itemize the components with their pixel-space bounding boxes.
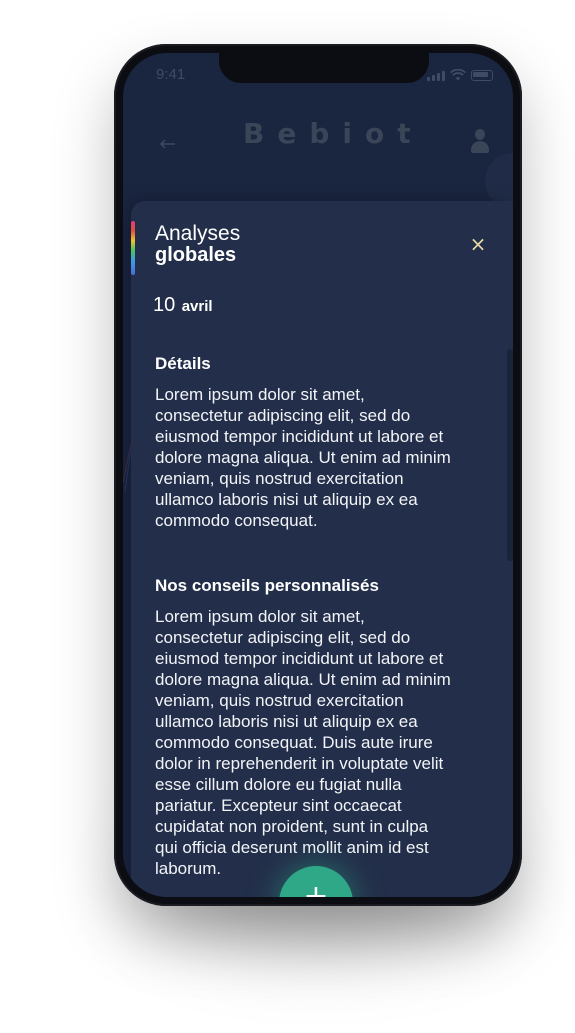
cellular-signal-icon: [427, 71, 445, 81]
section-heading-details: Détails: [155, 354, 211, 373]
battery-icon: [471, 70, 493, 81]
notch: [219, 53, 429, 83]
close-button[interactable]: ×: [469, 232, 487, 256]
date-day: 10: [153, 294, 176, 316]
plus-icon: +: [303, 879, 329, 897]
analysis-card: Analyses globales × 10 avril Détails Lor…: [131, 201, 513, 897]
card-date: 10 avril: [153, 294, 213, 317]
scrollbar[interactable]: [507, 349, 513, 561]
section-body-advice: Lorem ipsum dolor sit amet, consectetur …: [155, 607, 451, 878]
app-screen: 9:41 Bebiot Analyses globales × 10 avril…: [123, 53, 513, 897]
card-title-light: Analyses: [155, 222, 241, 245]
rainbow-accent-bar: [131, 221, 135, 275]
wifi-icon: [450, 69, 466, 81]
section-heading-advice: Nos conseils personnalisés: [155, 576, 379, 595]
status-icons: [427, 69, 493, 81]
date-month: avril: [181, 298, 213, 315]
stage: 9:41 Bebiot Analyses globales × 10 avril…: [0, 0, 575, 1033]
phone-frame: 9:41 Bebiot Analyses globales × 10 avril…: [114, 44, 522, 906]
status-time: 9:41: [156, 66, 186, 83]
card-title-bold: globales: [155, 244, 237, 266]
app-logo: Bebiot: [243, 117, 424, 150]
user-icon: [475, 129, 485, 140]
profile-button[interactable]: [469, 129, 491, 155]
back-button[interactable]: [159, 136, 176, 154]
section-body-details: Lorem ipsum dolor sit amet, consectetur …: [155, 385, 451, 530]
close-icon: ×: [469, 232, 487, 256]
arrow-left-icon: [159, 139, 175, 149]
